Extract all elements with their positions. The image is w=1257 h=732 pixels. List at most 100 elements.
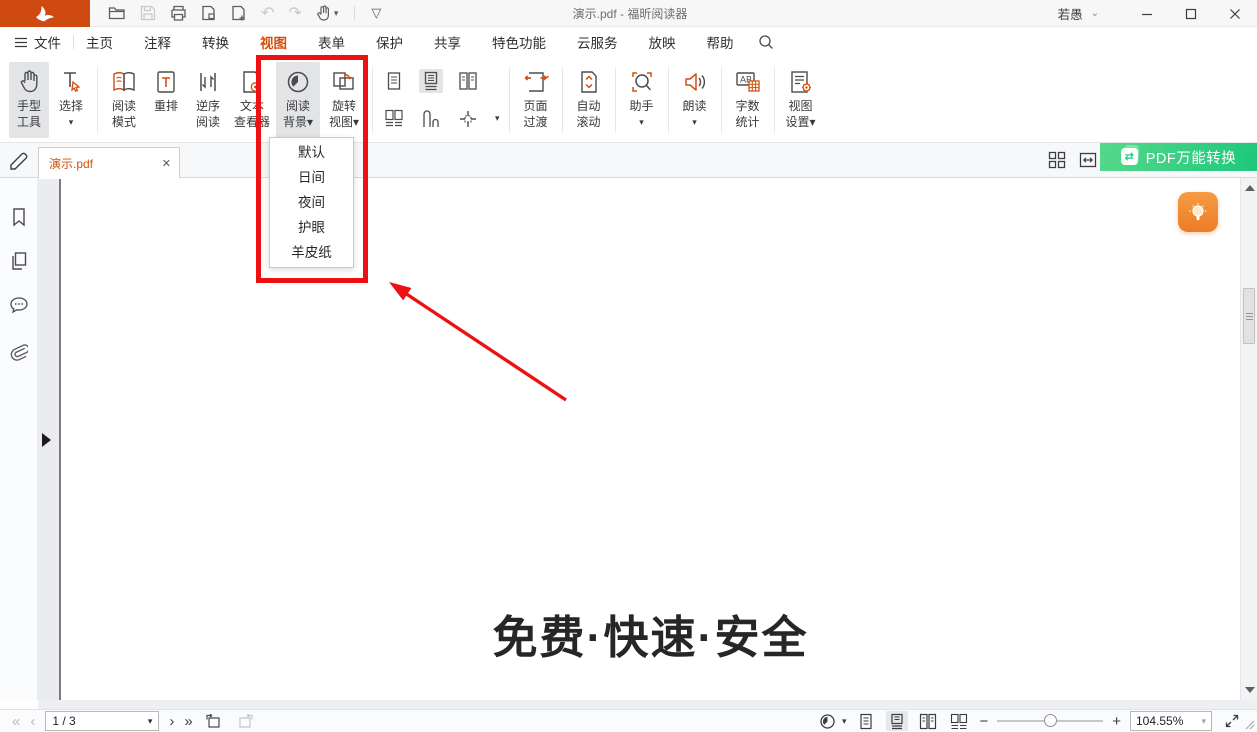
page-thumbnails-panel-icon[interactable] bbox=[0, 244, 38, 278]
tab-slideshow[interactable]: 放映 bbox=[649, 32, 676, 52]
reading-mode-button[interactable]: 阅读 模式 bbox=[104, 62, 144, 138]
open-file-button[interactable] bbox=[108, 5, 126, 21]
first-page-button[interactable]: « bbox=[12, 714, 20, 729]
continuous-facing-layout-icon[interactable] bbox=[382, 107, 406, 131]
tab-features[interactable]: 特色功能 bbox=[492, 32, 546, 52]
tips-lightbulb-button[interactable] bbox=[1178, 192, 1218, 232]
close-button[interactable] bbox=[1213, 0, 1257, 27]
scroll-down-arrow-icon[interactable] bbox=[1245, 687, 1255, 693]
fullscreen-button[interactable] bbox=[1221, 711, 1243, 731]
tab-share[interactable]: 共享 bbox=[434, 32, 461, 52]
attachments-panel-icon[interactable] bbox=[0, 334, 38, 368]
ribbon-toolbar: 手型 工具 选择 ▾ 阅读 模式 重排 bbox=[0, 57, 1257, 143]
single-page-layout-icon[interactable] bbox=[382, 69, 406, 93]
scroll-up-arrow-icon[interactable] bbox=[1245, 185, 1255, 191]
navigation-sidebar bbox=[0, 178, 38, 700]
annotate-pencil-icon[interactable] bbox=[8, 149, 32, 171]
maximize-button[interactable] bbox=[1169, 0, 1213, 27]
menu-item-eye-care[interactable]: 护眼 bbox=[270, 215, 353, 240]
bookmarks-panel-icon[interactable] bbox=[0, 200, 38, 234]
zoom-in-button[interactable]: + bbox=[1112, 713, 1121, 730]
horizontal-scrollbar[interactable] bbox=[38, 700, 1257, 709]
tab-cloud[interactable]: 云服务 bbox=[577, 32, 618, 52]
menu-item-day[interactable]: 日间 bbox=[270, 165, 353, 190]
previous-page-button[interactable]: ‹ bbox=[30, 714, 35, 729]
page-transition-button[interactable]: 页面 过渡 bbox=[516, 62, 556, 138]
status-bar: « ‹ 1 / 3 ▾ › » ▾ bbox=[0, 709, 1257, 732]
reverse-reading-button[interactable]: 逆序 阅读 bbox=[188, 62, 228, 138]
tab-protect[interactable]: 保护 bbox=[376, 32, 403, 52]
customize-toolbar-chevron[interactable]: ▽ bbox=[371, 5, 381, 21]
zoom-slider[interactable] bbox=[997, 714, 1103, 728]
tab-form[interactable]: 表单 bbox=[318, 32, 345, 52]
rotate-view-button[interactable]: 旋转 视图▾ bbox=[322, 62, 366, 138]
user-name[interactable]: 若愚 bbox=[1058, 4, 1083, 23]
group-separator bbox=[668, 67, 669, 133]
pdf-converter-button[interactable]: ⇄ PDF万能转换 bbox=[1100, 143, 1257, 171]
zoom-slider-knob[interactable] bbox=[1044, 714, 1057, 727]
tab-comment[interactable]: 注释 bbox=[144, 32, 171, 52]
page-layout-group: ▾ bbox=[378, 68, 504, 132]
export-page-button[interactable] bbox=[201, 5, 217, 21]
assistant-button[interactable]: 助手 ▾ bbox=[622, 62, 662, 138]
menu-item-night[interactable]: 夜间 bbox=[270, 190, 353, 215]
add-page-button[interactable] bbox=[231, 5, 247, 21]
next-page-button[interactable]: › bbox=[169, 714, 174, 729]
zoom-out-button[interactable]: − bbox=[979, 713, 988, 730]
status-continuous-icon[interactable] bbox=[886, 711, 908, 731]
tab-close-icon[interactable]: ✕ bbox=[162, 157, 171, 170]
menu-item-default[interactable]: 默认 bbox=[270, 140, 353, 165]
previous-view-button[interactable] bbox=[203, 711, 225, 731]
menu-item-parchment[interactable]: 羊皮纸 bbox=[270, 240, 353, 265]
undo-button[interactable]: ↶ bbox=[261, 3, 274, 23]
save-button[interactable] bbox=[140, 5, 156, 21]
expand-panel-arrow-icon[interactable] bbox=[42, 433, 51, 447]
last-page-button[interactable]: » bbox=[184, 714, 192, 729]
separate-cover-layout-icon[interactable] bbox=[419, 107, 443, 131]
file-menu-label: 文件 bbox=[34, 32, 61, 52]
zoom-level-select[interactable]: 104.55% ▾ bbox=[1130, 711, 1212, 731]
split-view-icon[interactable] bbox=[456, 107, 480, 131]
reading-background-button[interactable]: 阅读 背景▾ bbox=[276, 62, 320, 138]
status-facing-icon[interactable] bbox=[917, 711, 939, 731]
document-views-icon[interactable] bbox=[1079, 151, 1097, 169]
text-viewer-button[interactable]: 文本 查看器 bbox=[230, 62, 274, 138]
foxit-logo[interactable] bbox=[0, 0, 90, 27]
search-icon[interactable] bbox=[758, 34, 774, 50]
view-settings-button[interactable]: 视图 设置▾ bbox=[781, 62, 821, 138]
user-menu-chevron-icon[interactable]: ⌄ bbox=[1091, 8, 1099, 19]
print-button[interactable] bbox=[170, 5, 187, 21]
status-single-page-icon[interactable] bbox=[855, 711, 877, 731]
reading-background-caret-icon[interactable]: ▾ bbox=[842, 716, 847, 727]
continuous-layout-icon[interactable] bbox=[419, 69, 443, 93]
file-menu[interactable]: 文件 bbox=[14, 32, 61, 52]
read-aloud-button[interactable]: 朗读 ▾ bbox=[675, 62, 715, 138]
auto-scroll-button[interactable]: 自动 滚动 bbox=[569, 62, 609, 138]
tab-convert[interactable]: 转换 bbox=[202, 32, 229, 52]
document-tab-bar: 演示.pdf ✕ ⇄ PDF万能转换 bbox=[0, 143, 1257, 178]
scrollbar-thumb[interactable] bbox=[1243, 288, 1255, 344]
facing-layout-icon[interactable] bbox=[456, 69, 480, 93]
hand-gesture-button[interactable]: ▾ bbox=[316, 5, 339, 21]
menu-separator bbox=[73, 35, 74, 49]
next-view-button[interactable] bbox=[235, 711, 257, 731]
split-view-caret-icon[interactable]: ▾ bbox=[495, 113, 500, 124]
window-resize-grip[interactable] bbox=[1243, 718, 1255, 730]
tab-help[interactable]: 帮助 bbox=[707, 32, 734, 52]
tab-home[interactable]: 主页 bbox=[86, 32, 113, 52]
tab-grid-icon[interactable] bbox=[1048, 151, 1066, 169]
page-number-select[interactable]: 1 / 3 ▾ bbox=[45, 711, 159, 731]
document-tab[interactable]: 演示.pdf ✕ bbox=[38, 147, 180, 178]
reading-background-quick-icon[interactable] bbox=[817, 711, 839, 731]
minimize-button[interactable] bbox=[1125, 0, 1169, 27]
word-count-button[interactable]: AB 字数 统计 bbox=[728, 62, 768, 138]
vertical-scrollbar[interactable] bbox=[1240, 178, 1257, 700]
read-aloud-icon bbox=[682, 66, 708, 98]
comments-panel-icon[interactable] bbox=[0, 288, 38, 322]
reflow-button[interactable]: 重排 bbox=[146, 62, 186, 138]
hand-tool-button[interactable]: 手型 工具 bbox=[9, 62, 49, 138]
select-tool-button[interactable]: 选择 ▾ bbox=[51, 62, 91, 138]
status-continuous-facing-icon[interactable] bbox=[948, 711, 970, 731]
redo-button[interactable]: ↷ bbox=[288, 3, 301, 23]
tab-view[interactable]: 视图 bbox=[260, 32, 287, 52]
